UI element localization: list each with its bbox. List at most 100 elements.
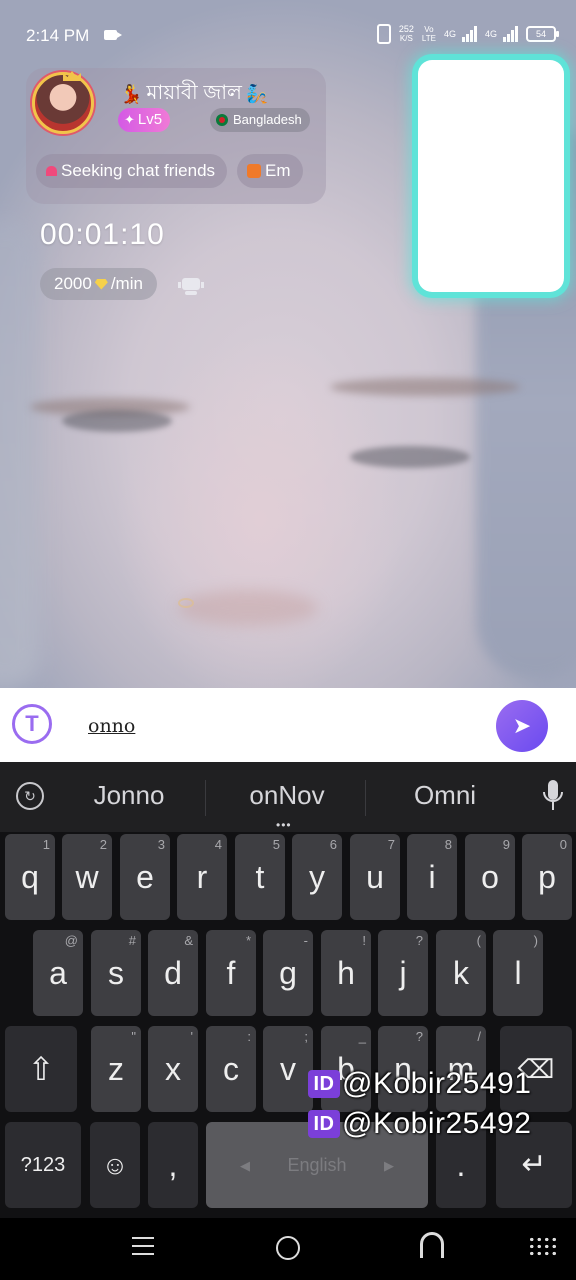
sim2-label: 4G <box>484 29 497 39</box>
vibrate-icon <box>376 24 391 44</box>
network-speed-value: 252 <box>398 24 414 34</box>
symbols-key[interactable]: ?123 <box>5 1122 81 1208</box>
message-input[interactable] <box>88 708 468 744</box>
country-name: Bangladesh <box>233 112 302 127</box>
key[interactable]: ) l <box>493 930 543 1016</box>
keyboard: ↻ Jonno onNov Omni ••• 1q 2w 3e 4r 5t 6y… <box>0 762 576 1218</box>
diamond-icon <box>94 278 108 290</box>
key-hint: " <box>131 1029 136 1044</box>
interest-tags: Seeking chat friends Em <box>36 154 326 188</box>
send-icon: ➤ <box>512 713 532 738</box>
call-timer: 00:01:10 <box>40 218 165 251</box>
key[interactable]: -g <box>263 930 313 1016</box>
key[interactable]: # s <box>91 930 141 1016</box>
network-speed-unit: K/S <box>399 34 413 43</box>
key-hint: 7 <box>387 837 395 852</box>
recent-apps-icon[interactable] <box>132 1236 154 1256</box>
key-hint: ) <box>533 933 538 948</box>
key-hint: 9 <box>502 837 510 852</box>
send-button[interactable]: ➤ <box>496 700 548 752</box>
emotion-tag-icon <box>247 164 262 178</box>
key[interactable]: 0p <box>522 834 572 920</box>
watermark-line: ID @Kobir25491 <box>308 1068 531 1100</box>
key[interactable]: & d <box>148 930 198 1016</box>
key[interactable]: 5t <box>235 834 285 920</box>
robot-icon[interactable] <box>178 274 204 296</box>
key[interactable]: ' x <box>148 1026 198 1112</box>
emoji-key[interactable]: ☺ <box>90 1122 140 1208</box>
key-hint: - <box>303 933 308 948</box>
level-badge: ✦ Lv5 <box>118 108 171 132</box>
watermark-text: @Kobir25491 <box>342 1067 532 1100</box>
self-video-preview[interactable] <box>418 60 564 292</box>
keyboard-switch-icon[interactable] <box>528 1236 558 1256</box>
video-nose <box>178 590 318 626</box>
suggestion-item[interactable]: onNov <box>212 780 362 811</box>
key[interactable]: 6y <box>292 834 342 920</box>
key[interactable]: 9o <box>465 834 515 920</box>
key[interactable]: ; v <box>263 1026 313 1112</box>
id-badge: ID <box>308 1070 340 1098</box>
dancer-emoji-icon: 💃 <box>120 84 143 104</box>
interest-tag: Seeking chat friends <box>36 154 228 188</box>
battery-icon: 54 <box>526 26 559 42</box>
key[interactable]: ? j <box>378 930 428 1016</box>
key[interactable]: 8i <box>407 834 457 920</box>
key[interactable]: 7u <box>350 834 400 920</box>
translate-icon[interactable]: T <box>12 704 52 744</box>
level-star-icon: ✦ <box>124 112 135 127</box>
key-hint: ? <box>415 933 423 948</box>
key-hint: 2 <box>99 837 107 852</box>
suggestion-bar: ↻ Jonno onNov Omni ••• <box>0 762 576 832</box>
key-hint: 5 <box>272 837 280 852</box>
emoji-icon: ☺ <box>101 1150 129 1180</box>
interest-tag-label: Em <box>265 161 291 180</box>
avatar[interactable] <box>32 71 94 134</box>
sim1-label: 4G <box>443 29 456 39</box>
genie-emoji-icon: 🧞 <box>245 84 269 104</box>
network-speed: 252 K/S <box>398 24 414 44</box>
key-hint: # <box>128 933 136 948</box>
video-brow-right <box>330 378 520 396</box>
volte-indicator: Vo LTE <box>422 25 436 43</box>
volte-bottom: LTE <box>421 34 436 43</box>
shift-icon: ⇧ <box>27 1051 55 1087</box>
key[interactable]: (k <box>436 930 486 1016</box>
home-icon[interactable] <box>276 1236 300 1260</box>
clipboard-icon[interactable]: ↻ <box>16 782 44 810</box>
caller-profile-card[interactable]: 💃 মায়াবী জাল 🧞 ✦ Lv5 Bangladesh Seeking … <box>26 68 326 204</box>
suggestion-item[interactable]: Jonno <box>54 780 204 811</box>
watermark-line: ID @Kobir25492 <box>308 1108 531 1140</box>
suggestion-item[interactable]: Omni <box>370 780 520 811</box>
key[interactable]: 4r <box>177 834 227 920</box>
key[interactable]: @ a <box>33 930 83 1016</box>
key-hint: & <box>184 933 193 948</box>
interest-tag: Em <box>237 154 303 188</box>
mic-icon[interactable] <box>540 778 566 814</box>
country-badge: Bangladesh <box>210 108 310 132</box>
comma-key[interactable]: , <box>148 1122 198 1208</box>
signal-sim1-icon <box>461 26 477 42</box>
key[interactable]: ! h <box>321 930 371 1016</box>
key-hint: 0 <box>559 837 567 852</box>
shift-key[interactable]: ⇧ <box>5 1026 77 1112</box>
username: মায়াবী জাল <box>146 82 242 104</box>
key-hint: ! <box>362 933 366 948</box>
key-hint: ; <box>304 1029 308 1044</box>
key-hint: * <box>245 933 251 948</box>
key[interactable]: " z <box>91 1026 141 1112</box>
key-hint: 3 <box>157 837 165 852</box>
more-suggestions-icon[interactable]: ••• <box>276 818 292 832</box>
key[interactable]: 1q <box>5 834 55 920</box>
space-language-label: English <box>287 1155 347 1175</box>
level-text: Lv5 <box>137 111 163 128</box>
key[interactable]: 3e <box>120 834 170 920</box>
key[interactable]: :c <box>206 1026 256 1112</box>
key[interactable]: 2w <box>62 834 112 920</box>
rate-unit: /min <box>110 274 143 293</box>
key-hint: ( <box>476 933 481 948</box>
key[interactable]: * f <box>206 930 256 1016</box>
back-icon[interactable] <box>420 1232 444 1258</box>
key-hint: ? <box>415 1029 423 1044</box>
key-label: , <box>168 1147 178 1183</box>
